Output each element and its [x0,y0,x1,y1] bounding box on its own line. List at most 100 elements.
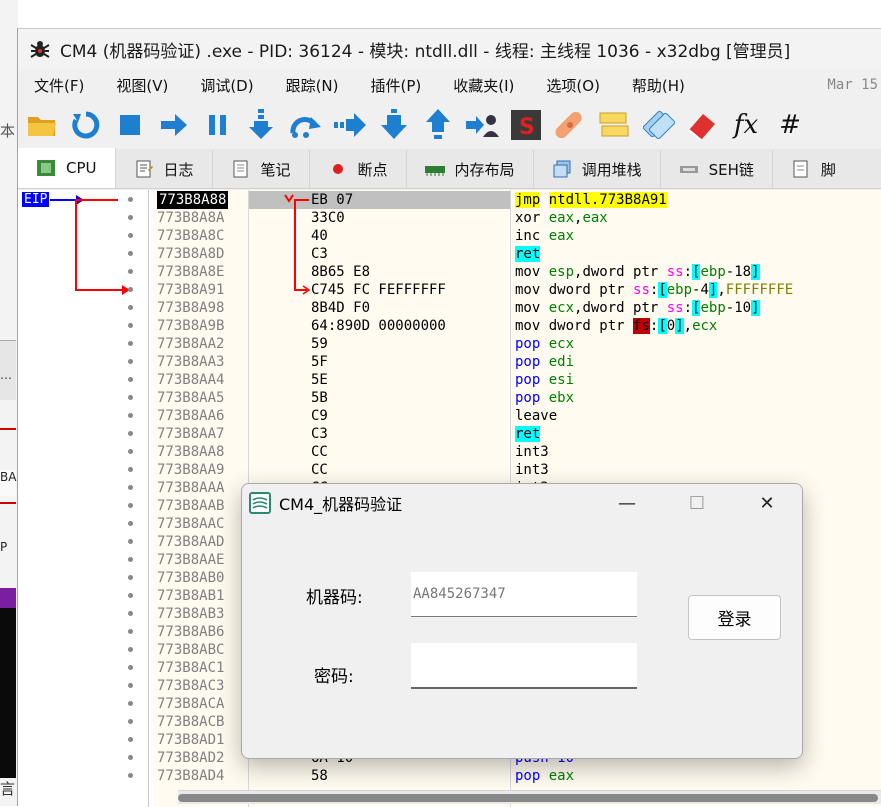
address[interactable]: 773B8A8A [157,209,224,227]
tab-log[interactable]: 日志 [116,150,213,188]
breakpoint-dot[interactable] [128,593,133,598]
run-icon[interactable] [152,103,196,147]
address[interactable]: 773B8A8D [157,245,224,263]
breakpoint-dot[interactable] [128,395,133,400]
bookmark-icon[interactable] [680,103,724,147]
address[interactable]: 773B8AA2 [157,335,224,353]
address[interactable]: 773B8AB1 [157,587,224,605]
address[interactable]: 773B8A91 [157,281,224,299]
stop-icon[interactable] [108,103,152,147]
menu-plugins[interactable]: 插件(P) [355,75,438,96]
breakpoint-dot[interactable] [128,431,133,436]
scylla-icon[interactable]: S [504,103,548,147]
menu-file[interactable]: 文件(F) [18,75,100,96]
pause-icon[interactable] [196,103,240,147]
minimize-button[interactable]: — [604,484,650,522]
address[interactable]: 773B8AAA [157,479,224,497]
menu-favourites[interactable]: 收藏夹(I) [437,75,530,96]
breakpoint-dot[interactable] [128,341,133,346]
address[interactable]: 773B8A98 [157,299,224,317]
breakpoint-dot[interactable] [128,287,133,292]
breakpoint-dot[interactable] [128,719,133,724]
comment-icon[interactable] [592,103,636,147]
tab-seh-chain[interactable]: SEH链 [661,150,773,188]
tab-cpu[interactable]: CPU [18,148,116,188]
tab-notes[interactable]: 笔记 [213,150,310,188]
breakpoint-dot[interactable] [128,575,133,580]
trace-into-icon[interactable] [328,103,372,147]
address[interactable]: 773B8AB0 [157,569,224,587]
open-folder-icon[interactable] [20,103,64,147]
breakpoint-dot[interactable] [128,683,133,688]
breakpoint-dot[interactable] [128,323,133,328]
breakpoint-dot[interactable] [128,755,133,760]
breakpoint-dot[interactable] [128,269,133,274]
breakpoint-dot[interactable] [128,449,133,454]
breakpoint-dot[interactable] [128,251,133,256]
address[interactable]: 773B8AA6 [157,407,224,425]
breakpoint-dot[interactable] [128,503,133,508]
breakpoint-dot[interactable] [128,485,133,490]
breakpoint-dot[interactable] [128,521,133,526]
address[interactable]: 773B8ACB [157,713,224,731]
function-icon[interactable]: fx [724,103,768,147]
breakpoint-dot[interactable] [128,557,133,562]
address[interactable]: 773B8AA3 [157,353,224,371]
breakpoint-dot[interactable] [128,233,133,238]
address[interactable]: 773B8A8C [157,227,224,245]
breakpoint-dot[interactable] [128,737,133,742]
menu-trace[interactable]: 跟踪(N) [270,75,355,96]
breakpoint-dot[interactable] [128,215,133,220]
breakpoint-dot[interactable] [128,413,133,418]
breakpoint-dot[interactable] [128,773,133,778]
hash-icon[interactable]: # [768,103,812,147]
breakpoint-dot[interactable] [128,305,133,310]
address[interactable]: 773B8AAC [157,515,224,533]
address[interactable]: 773B8AC3 [157,677,224,695]
address[interactable]: 773B8AAB [157,497,224,515]
address-column[interactable]: 773B8A88 773B8A8A 773B8A8C 773B8A8D 773B8A8E… [153,190,248,807]
address[interactable]: 773B8AA4 [157,371,224,389]
address[interactable]: 773B8AD2 [157,749,224,767]
address[interactable]: 773B8A8E [157,263,224,281]
address[interactable]: 773B8AC1 [157,659,224,677]
step-into-icon[interactable] [240,103,284,147]
restart-icon[interactable] [64,103,108,147]
breakpoint-dot[interactable] [128,611,133,616]
address[interactable]: 773B8ACA [157,695,224,713]
breakpoint-dot[interactable] [128,629,133,634]
breakpoint-dot[interactable] [128,467,133,472]
menu-options[interactable]: 选项(O) [530,75,616,96]
address[interactable]: 773B8AB3 [157,605,224,623]
menu-debug[interactable]: 调试(D) [184,75,269,96]
address[interactable]: 773B8A9B [157,317,224,335]
scrollbar-thumb[interactable] [178,794,878,802]
address[interactable]: 773B8AAE [157,551,224,569]
breakpoint-dot[interactable] [128,539,133,544]
breakpoint-dot[interactable] [128,665,133,670]
tab-breakpoints[interactable]: 断点 [310,150,407,188]
selected-address[interactable]: 773B8A88 [157,191,229,209]
address[interactable]: 773B8AA5 [157,389,224,407]
tab-memory-map[interactable]: 内存布局 [407,150,534,188]
step-over-icon[interactable] [284,103,328,147]
run-to-user-code-icon[interactable] [460,103,504,147]
address[interactable]: 773B8AA9 [157,461,224,479]
tab-script[interactable]: 脚 [773,150,854,188]
breakpoint-dot[interactable] [128,701,133,706]
branch-gutter[interactable]: EIP [18,190,149,807]
breakpoint-dot[interactable] [128,647,133,652]
address[interactable]: 773B8AD4 [157,767,224,785]
breakpoint-dot[interactable] [128,197,133,202]
execute-till-return-icon[interactable] [416,103,460,147]
password-field[interactable] [411,643,637,689]
breakpoint-dot[interactable] [128,377,133,382]
machine-code-field[interactable]: AA845267347 [411,572,637,617]
address[interactable]: 773B8AAD [157,533,224,551]
address[interactable]: 773B8AB6 [157,623,224,641]
maximize-button[interactable]: ☐ [674,484,720,522]
patch-icon[interactable] [548,103,592,147]
tab-call-stack[interactable]: 调用堆栈 [534,150,661,188]
address[interactable]: 773B8AD1 [157,731,224,749]
close-button[interactable]: ✕ [744,484,790,522]
